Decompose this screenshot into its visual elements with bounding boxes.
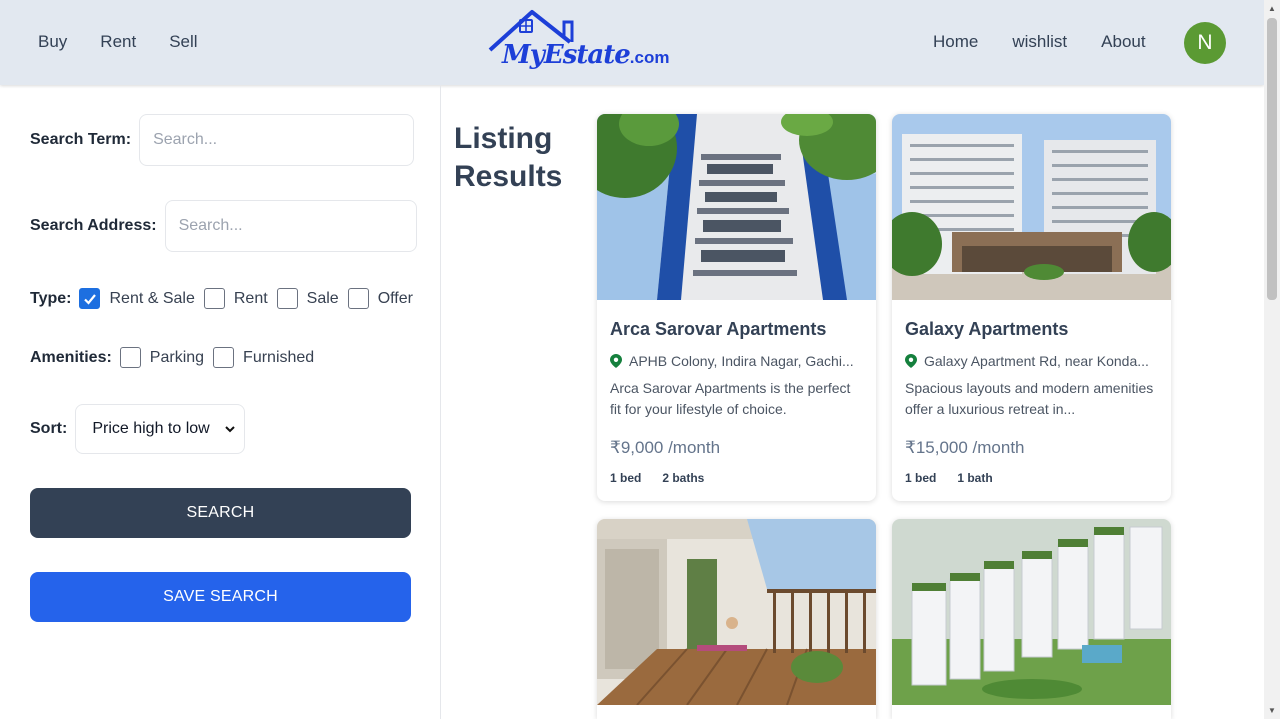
type-sale-label: Sale — [306, 289, 339, 307]
sort-select[interactable]: Price high to low — [75, 404, 245, 454]
type-rent-sale-label: Rent & Sale — [109, 289, 195, 307]
sort-row: Sort: Price high to low — [30, 404, 245, 454]
listing-title[interactable]: Galaxy Apartments — [905, 319, 1158, 340]
site-logo[interactable]: MyEstate.com — [484, 8, 669, 86]
listing-body: Galaxy Apartments Galaxy Apartment Rd, n… — [892, 319, 1171, 485]
logo-wordmark: MyEstate.com — [502, 40, 670, 70]
nav-about-link[interactable]: About — [1101, 32, 1145, 52]
listing-beds: 1 bed — [610, 471, 642, 485]
search-address-row: Search Address: Search... — [30, 200, 417, 252]
nav-rent-link[interactable]: Rent — [100, 32, 136, 52]
type-offer-checkbox[interactable] — [347, 288, 369, 309]
balcony-interior-image — [597, 519, 876, 705]
search-address-placeholder: Search... — [178, 217, 243, 234]
scroll-down-arrow-icon[interactable]: ▼ — [1268, 706, 1276, 715]
amenity-parking-label: Parking — [149, 348, 205, 366]
type-label: Type: — [30, 289, 72, 307]
search-sidebar — [0, 85, 441, 719]
listing-price: ₹9,000 /month — [610, 438, 721, 457]
listing-description: Arca Sarovar Apartments is the perfect f… — [610, 380, 851, 417]
type-filter-row: Type: Rent & Sale Rent Sale Offer — [30, 288, 422, 309]
listing-card[interactable] — [892, 519, 1171, 719]
user-avatar[interactable]: N — [1184, 22, 1226, 64]
nav-left: Buy Rent Sell — [38, 32, 198, 52]
top-nav-bar: Buy Rent Sell MyEstate.com Home wishlist… — [0, 0, 1264, 85]
search-button[interactable]: SEARCH — [30, 488, 411, 538]
scroll-up-arrow-icon[interactable]: ▲ — [1268, 4, 1276, 13]
listing-meta: 1 bed 2 baths — [610, 471, 863, 485]
amenity-furnished-checkbox[interactable] — [213, 347, 235, 368]
search-address-label: Search Address: — [30, 217, 157, 234]
listing-location: Galaxy Apartment Rd, near Konda... — [905, 353, 1158, 369]
scrollbar-thumb[interactable] — [1267, 18, 1277, 300]
nav-sell-link[interactable]: Sell — [169, 32, 197, 52]
listing-address: APHB Colony, Indira Nagar, Gachi... — [629, 353, 854, 369]
search-address-input[interactable]: Search... — [164, 200, 417, 252]
listing-body: Arca Sarovar Apartments APHB Colony, Ind… — [597, 319, 876, 485]
check-icon — [84, 293, 96, 305]
type-rent-checkbox[interactable] — [203, 288, 225, 309]
page-title-line2: Results — [454, 160, 563, 193]
listing-image[interactable] — [892, 519, 1171, 705]
page-title: Listing Results — [454, 120, 562, 196]
location-pin-icon — [610, 354, 622, 368]
listing-meta: 1 bed 1 bath — [905, 471, 1158, 485]
listing-address: Galaxy Apartment Rd, near Konda... — [924, 353, 1149, 369]
chevron-down-icon — [225, 426, 235, 433]
sort-label: Sort: — [30, 420, 68, 437]
type-offer-label: Offer — [377, 289, 413, 307]
location-pin-icon — [905, 354, 917, 368]
nav-home-link[interactable]: Home — [933, 32, 978, 52]
type-rent-sale-checkbox[interactable] — [79, 288, 101, 309]
nav-right: Home wishlist About — [933, 32, 1146, 52]
listing-image[interactable] — [597, 114, 876, 300]
type-sale-checkbox[interactable] — [276, 288, 298, 309]
listing-title[interactable]: Arca Sarovar Apartments — [610, 319, 863, 340]
search-term-placeholder: Search... — [153, 131, 218, 148]
township-render-image — [892, 519, 1171, 705]
search-term-row: Search Term: Search... — [30, 114, 415, 166]
page-scrollbar[interactable]: ▲ ▼ — [1264, 0, 1280, 719]
listing-location: APHB Colony, Indira Nagar, Gachi... — [610, 353, 863, 369]
sort-selected-value: Price high to low — [92, 420, 210, 437]
amenities-label: Amenities: — [30, 348, 112, 366]
search-term-input[interactable]: Search... — [139, 114, 415, 166]
apartment-tower-image — [597, 114, 876, 300]
save-search-button[interactable]: SAVE SEARCH — [30, 572, 411, 622]
listing-description: Spacious layouts and modern amenities of… — [905, 380, 1154, 417]
listing-image[interactable] — [597, 519, 876, 705]
amenity-parking-checkbox[interactable] — [119, 347, 141, 368]
amenities-filter-row: Amenities: Parking Furnished — [30, 347, 323, 368]
apartment-complex-image — [892, 114, 1171, 300]
listing-baths: 1 bath — [957, 471, 993, 485]
listing-price: ₹15,000 /month — [905, 438, 1025, 457]
nav-buy-link[interactable]: Buy — [38, 32, 67, 52]
listing-card[interactable] — [597, 519, 876, 719]
listing-card[interactable]: Galaxy Apartments Galaxy Apartment Rd, n… — [892, 114, 1171, 501]
amenity-furnished-label: Furnished — [243, 348, 315, 366]
listing-card[interactable]: Arca Sarovar Apartments APHB Colony, Ind… — [597, 114, 876, 501]
type-rent-label: Rent — [233, 289, 268, 307]
nav-wishlist-link[interactable]: wishlist — [1012, 32, 1067, 52]
listing-image[interactable] — [892, 114, 1171, 300]
page-title-line1: Listing — [454, 122, 553, 155]
search-term-label: Search Term: — [30, 131, 132, 148]
listing-beds: 1 bed — [905, 471, 937, 485]
listing-baths: 2 baths — [662, 471, 705, 485]
